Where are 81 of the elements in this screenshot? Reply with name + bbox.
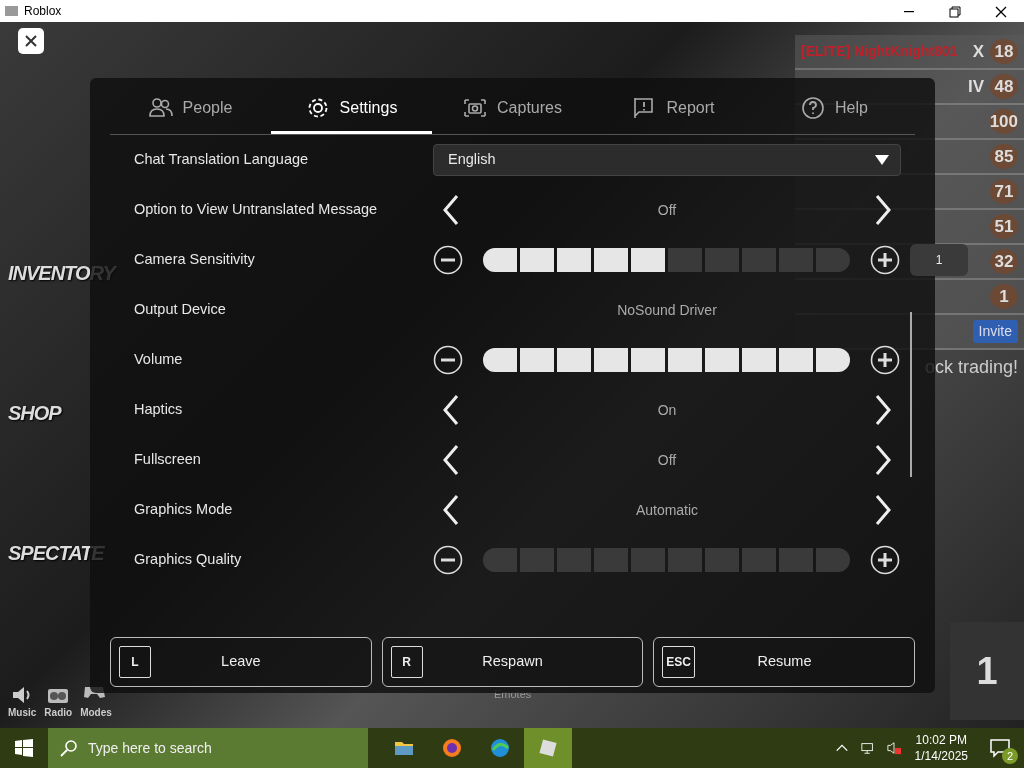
- level-badge: 71: [990, 178, 1018, 205]
- minus-icon: [433, 345, 463, 375]
- clock-date: 1/14/2025: [914, 748, 968, 764]
- setting-value: On: [656, 400, 678, 420]
- windows-icon: [15, 739, 33, 757]
- menu-button[interactable]: L Leave: [110, 637, 372, 687]
- chevron-left-icon: [441, 444, 461, 476]
- chevron-right-icon: [873, 194, 893, 226]
- level-track[interactable]: [483, 548, 850, 572]
- clock-time: 10:02 PM: [914, 732, 968, 748]
- setting-value: NoSound Driver: [616, 300, 718, 320]
- number-field[interactable]: 1: [910, 244, 968, 276]
- minus-icon: [433, 245, 463, 275]
- level-badge: 100: [989, 108, 1018, 135]
- people-icon: [148, 95, 173, 120]
- menu-tab[interactable]: Captures: [432, 84, 593, 134]
- restore-icon: [947, 3, 963, 20]
- level-badge: 1: [990, 283, 1018, 310]
- setting-label: Fullscreen: [134, 450, 202, 470]
- decrease-button[interactable]: [433, 345, 463, 375]
- setting-label: Volume: [134, 350, 184, 370]
- chevron-right-icon: [873, 494, 893, 526]
- muted-speaker-icon: [886, 740, 901, 756]
- plus-icon: [870, 545, 900, 575]
- rank-label: IV: [967, 75, 984, 98]
- setting-label: Output Device: [134, 300, 227, 320]
- close-icon: [24, 34, 38, 48]
- setting-label: Graphics Mode: [134, 500, 234, 520]
- invite-button[interactable]: Invite: [972, 320, 1018, 343]
- search-icon: [60, 739, 78, 757]
- plus-icon: [870, 245, 900, 275]
- plus-icon: [870, 345, 900, 375]
- browser-icon: [489, 737, 511, 759]
- close-button[interactable]: [18, 28, 44, 54]
- chevron-left-icon: [441, 194, 461, 226]
- dropdown[interactable]: English: [433, 144, 901, 176]
- menu-button[interactable]: ESC Resume: [653, 637, 915, 687]
- caret-icon: [874, 154, 890, 166]
- level-badge: 18: [990, 38, 1018, 65]
- menu-tab[interactable]: Help: [754, 84, 915, 134]
- setting-label: Haptics: [134, 400, 184, 420]
- setting-label: Graphics Quality: [134, 550, 243, 570]
- level-badge: 51: [990, 213, 1018, 240]
- browser-icon: [441, 737, 463, 759]
- setting-value: Automatic: [634, 500, 700, 520]
- menu-tab[interactable]: People: [110, 84, 271, 134]
- setting-value: Off: [656, 200, 678, 220]
- counter-label: 1: [950, 622, 1024, 720]
- setting-label: Option to View Untranslated Message: [134, 200, 379, 220]
- increase-button[interactable]: [870, 545, 900, 575]
- chevron-left-icon: [441, 394, 461, 426]
- minus-icon: [433, 545, 463, 575]
- search-field[interactable]: Type here to search: [48, 728, 368, 768]
- level-badge: 48: [990, 73, 1018, 100]
- setting-value: Off: [656, 450, 678, 470]
- menu-tab[interactable]: Report: [593, 84, 754, 134]
- menu-tab[interactable]: Settings: [271, 84, 432, 134]
- hud-button[interactable]: Radio: [44, 683, 73, 720]
- minimize-icon: [904, 10, 914, 13]
- notification-count: 2: [1002, 748, 1018, 764]
- network-icon: [860, 740, 875, 756]
- player-name: [ELITE] NightKnight801: [800, 42, 958, 61]
- decrease-button[interactable]: [433, 245, 463, 275]
- hud-button[interactable]: Music: [8, 683, 37, 720]
- level-badge: 85: [990, 143, 1018, 170]
- chevron-right-icon: [873, 394, 893, 426]
- level-track[interactable]: [483, 348, 850, 372]
- setting-label: Chat Translation Language: [134, 150, 310, 170]
- window-title: Roblox: [24, 3, 63, 20]
- help-icon: [801, 95, 826, 120]
- increase-button[interactable]: [870, 245, 900, 275]
- increase-button[interactable]: [870, 345, 900, 375]
- setting-label: Camera Sensitivity: [134, 250, 256, 270]
- rank-label: X: [972, 40, 984, 63]
- chevron-left-icon: [441, 494, 461, 526]
- level-badge: 32: [990, 248, 1018, 275]
- decrease-button[interactable]: [433, 545, 463, 575]
- level-track[interactable]: [483, 248, 850, 272]
- chevron-right-icon: [873, 444, 893, 476]
- menu-button[interactable]: R Respawn: [381, 637, 644, 687]
- emotes-label: Emotes: [494, 687, 532, 702]
